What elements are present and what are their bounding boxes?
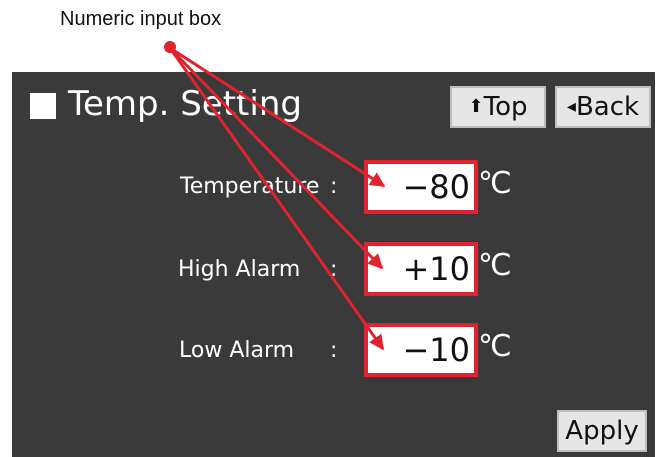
- callout-dot: [164, 41, 176, 53]
- arrow-to-low-alarm: [168, 47, 385, 351]
- arrow-to-high-alarm: [168, 46, 384, 270]
- callout-arrows: [164, 41, 386, 351]
- arrow-to-temperature: [169, 46, 386, 188]
